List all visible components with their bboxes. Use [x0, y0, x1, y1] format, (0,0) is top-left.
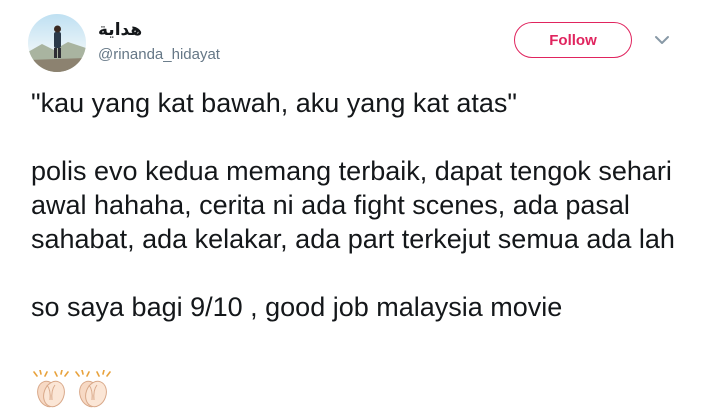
- emoji-row: [31, 370, 113, 410]
- display-name[interactable]: هداية: [98, 20, 142, 40]
- chevron-down-icon[interactable]: [652, 30, 672, 50]
- tweet-paragraph: so saya bagi 9/10 , good job malaysia mo…: [31, 292, 563, 322]
- tweet-paragraph: polis evo kedua memang terbaik, dapat te…: [31, 156, 675, 254]
- tweet-text: "kau yang kat bawah, aku yang kat atas" …: [31, 86, 691, 324]
- clapping-hands-icon: [75, 370, 111, 408]
- avatar-image: [28, 14, 86, 72]
- follow-button[interactable]: Follow: [514, 22, 632, 58]
- tweet-header: هداية @rinanda_hidayat Follow: [28, 14, 678, 74]
- avatar[interactable]: [28, 14, 86, 72]
- clapping-hands-icon: [33, 370, 69, 408]
- tweet-card: هداية @rinanda_hidayat Follow "kau yang …: [0, 0, 701, 415]
- user-handle[interactable]: @rinanda_hidayat: [98, 46, 220, 63]
- tweet-paragraph: "kau yang kat bawah, aku yang kat atas": [31, 88, 517, 118]
